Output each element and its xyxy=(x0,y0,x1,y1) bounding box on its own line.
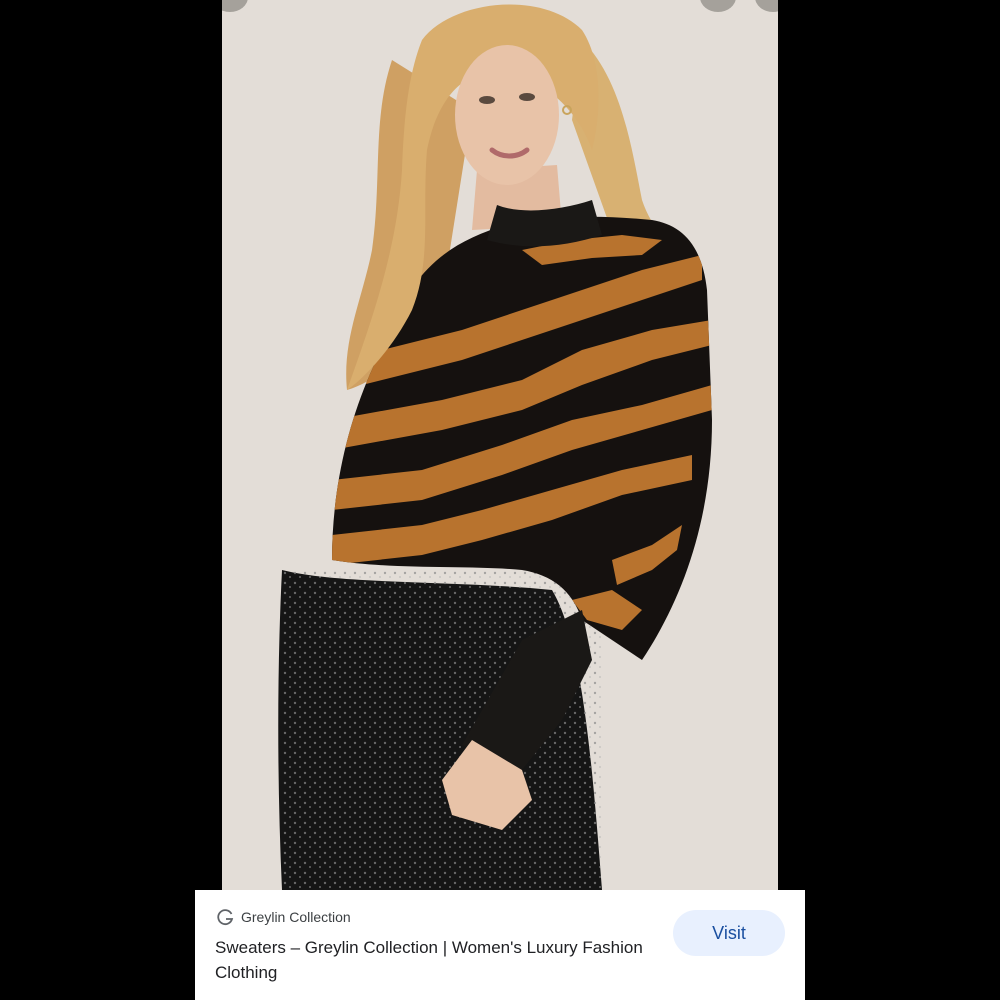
result-title[interactable]: Sweaters – Greylin Collection | Women's … xyxy=(215,935,645,985)
result-card[interactable]: Greylin Collection Sweaters – Greylin Co… xyxy=(195,890,805,1000)
model-photo-illustration xyxy=(222,0,778,890)
g-icon xyxy=(217,908,235,926)
product-image[interactable] xyxy=(222,0,778,890)
image-viewer: Greylin Collection Sweaters – Greylin Co… xyxy=(0,0,1000,1000)
source-row: Greylin Collection xyxy=(217,908,351,926)
visit-button[interactable]: Visit xyxy=(673,910,785,956)
source-name[interactable]: Greylin Collection xyxy=(241,909,351,925)
